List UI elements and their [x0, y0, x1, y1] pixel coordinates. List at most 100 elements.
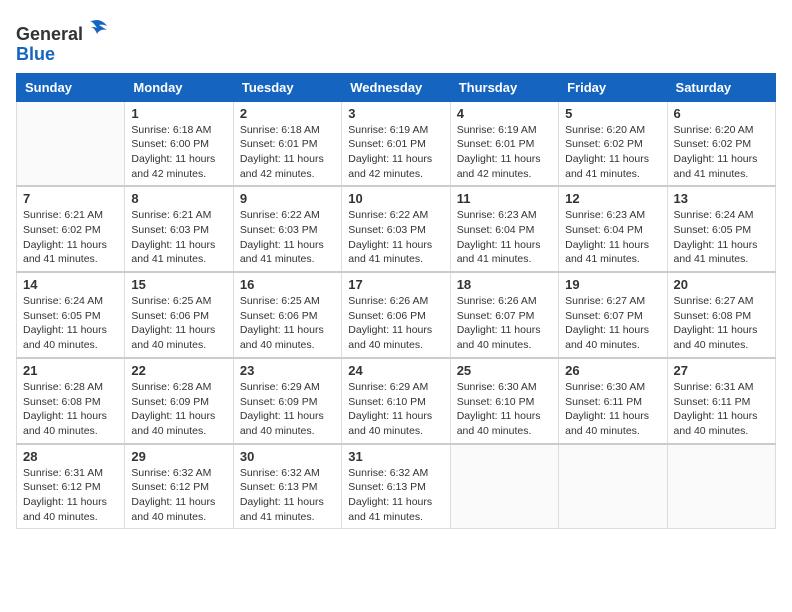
day-info: Sunrise: 6:27 AMSunset: 6:08 PMDaylight:…: [674, 294, 769, 353]
weekday-header-monday: Monday: [125, 73, 233, 101]
calendar-week-row: 7 Sunrise: 6:21 AMSunset: 6:02 PMDaylight…: [17, 186, 776, 272]
logo: General Blue: [16, 16, 109, 65]
day-number: 14: [23, 277, 118, 292]
day-number: 25: [457, 363, 552, 378]
day-info: Sunrise: 6:31 AMSunset: 6:11 PMDaylight:…: [674, 380, 769, 439]
calendar-day-cell: 21Sunrise: 6:28 AMSunset: 6:08 PMDayligh…: [17, 358, 125, 444]
calendar-week-row: 14 Sunrise: 6:24 AMSunset: 6:05 PMDayligh…: [17, 272, 776, 358]
day-info: Sunrise: 6:31 AMSunset: 6:12 PMDaylight:…: [23, 466, 118, 525]
calendar-day-cell: 12 Sunrise: 6:23 AMSunset: 6:04 PMDayligh…: [559, 186, 667, 272]
day-number: 1: [131, 106, 226, 121]
day-number: 31: [348, 449, 443, 464]
day-number: 27: [674, 363, 769, 378]
day-number: 26: [565, 363, 660, 378]
day-info: Sunrise: 6:32 AMSunset: 6:13 PMDaylight:…: [348, 466, 443, 525]
calendar-day-cell: 30 Sunrise: 6:32 AMSunset: 6:13 PMDayligh…: [233, 444, 341, 529]
calendar-day-cell: 2 Sunrise: 6:18 AMSunset: 6:01 PMDaylight…: [233, 101, 341, 186]
day-number: 19: [565, 277, 660, 292]
day-number: 22: [131, 363, 226, 378]
day-info: Sunrise: 6:18 AMSunset: 6:01 PMDaylight:…: [240, 123, 335, 182]
calendar-day-cell: 13 Sunrise: 6:24 AMSunset: 6:05 PMDayligh…: [667, 186, 775, 272]
logo-blue: Blue: [16, 44, 55, 64]
day-number: 4: [457, 106, 552, 121]
calendar-table: SundayMondayTuesdayWednesdayThursdayFrid…: [16, 73, 776, 530]
day-info: Sunrise: 6:21 AMSunset: 6:02 PMDaylight:…: [23, 208, 118, 267]
day-number: 12: [565, 191, 660, 206]
day-number: 29: [131, 449, 226, 464]
calendar-day-cell: 4 Sunrise: 6:19 AMSunset: 6:01 PMDaylight…: [450, 101, 558, 186]
calendar-day-cell: 27 Sunrise: 6:31 AMSunset: 6:11 PMDayligh…: [667, 358, 775, 444]
day-number: 17: [348, 277, 443, 292]
day-info: Sunrise: 6:29 AMSunset: 6:09 PMDaylight:…: [240, 380, 335, 439]
calendar-week-row: 1 Sunrise: 6:18 AMSunset: 6:00 PMDaylight…: [17, 101, 776, 186]
day-info: Sunrise: 6:18 AMSunset: 6:00 PMDaylight:…: [131, 123, 226, 182]
day-number: 18: [457, 277, 552, 292]
calendar-day-cell: 5Sunrise: 6:20 AMSunset: 6:02 PMDaylight…: [559, 101, 667, 186]
day-number: 28: [23, 449, 118, 464]
calendar-day-cell: [667, 444, 775, 529]
page-header: General Blue: [16, 16, 776, 65]
day-info: Sunrise: 6:26 AMSunset: 6:07 PMDaylight:…: [457, 294, 552, 353]
calendar-day-cell: 17Sunrise: 6:26 AMSunset: 6:06 PMDayligh…: [342, 272, 450, 358]
day-number: 10: [348, 191, 443, 206]
calendar-week-row: 21Sunrise: 6:28 AMSunset: 6:08 PMDayligh…: [17, 358, 776, 444]
day-number: 5: [565, 106, 660, 121]
weekday-header-row: SundayMondayTuesdayWednesdayThursdayFrid…: [17, 73, 776, 101]
day-number: 24: [348, 363, 443, 378]
day-info: Sunrise: 6:22 AMSunset: 6:03 PMDaylight:…: [348, 208, 443, 267]
day-number: 8: [131, 191, 226, 206]
day-number: 13: [674, 191, 769, 206]
day-info: Sunrise: 6:30 AMSunset: 6:10 PMDaylight:…: [457, 380, 552, 439]
day-info: Sunrise: 6:19 AMSunset: 6:01 PMDaylight:…: [457, 123, 552, 182]
weekday-header-tuesday: Tuesday: [233, 73, 341, 101]
calendar-day-cell: [17, 101, 125, 186]
day-info: Sunrise: 6:32 AMSunset: 6:13 PMDaylight:…: [240, 466, 335, 525]
logo-general: General: [16, 24, 83, 44]
day-info: Sunrise: 6:20 AMSunset: 6:02 PMDaylight:…: [674, 123, 769, 182]
calendar-day-cell: 23 Sunrise: 6:29 AMSunset: 6:09 PMDayligh…: [233, 358, 341, 444]
weekday-header-wednesday: Wednesday: [342, 73, 450, 101]
calendar-day-cell: 3 Sunrise: 6:19 AMSunset: 6:01 PMDaylight…: [342, 101, 450, 186]
calendar-day-cell: [450, 444, 558, 529]
day-number: 16: [240, 277, 335, 292]
calendar-day-cell: 7 Sunrise: 6:21 AMSunset: 6:02 PMDaylight…: [17, 186, 125, 272]
day-number: 7: [23, 191, 118, 206]
day-number: 11: [457, 191, 552, 206]
weekday-header-saturday: Saturday: [667, 73, 775, 101]
day-info: Sunrise: 6:25 AMSunset: 6:06 PMDaylight:…: [240, 294, 335, 353]
day-number: 15: [131, 277, 226, 292]
day-info: Sunrise: 6:19 AMSunset: 6:01 PMDaylight:…: [348, 123, 443, 182]
calendar-day-cell: 19 Sunrise: 6:27 AMSunset: 6:07 PMDayligh…: [559, 272, 667, 358]
calendar-day-cell: 9Sunrise: 6:22 AMSunset: 6:03 PMDaylight…: [233, 186, 341, 272]
calendar-day-cell: 16 Sunrise: 6:25 AMSunset: 6:06 PMDayligh…: [233, 272, 341, 358]
calendar-day-cell: 25 Sunrise: 6:30 AMSunset: 6:10 PMDayligh…: [450, 358, 558, 444]
calendar-day-cell: 29Sunrise: 6:32 AMSunset: 6:12 PMDayligh…: [125, 444, 233, 529]
day-number: 30: [240, 449, 335, 464]
day-number: 3: [348, 106, 443, 121]
calendar-day-cell: 15Sunrise: 6:25 AMSunset: 6:06 PMDayligh…: [125, 272, 233, 358]
calendar-day-cell: 20 Sunrise: 6:27 AMSunset: 6:08 PMDayligh…: [667, 272, 775, 358]
day-number: 2: [240, 106, 335, 121]
calendar-day-cell: [559, 444, 667, 529]
calendar-day-cell: 11Sunrise: 6:23 AMSunset: 6:04 PMDayligh…: [450, 186, 558, 272]
calendar-week-row: 28 Sunrise: 6:31 AMSunset: 6:12 PMDayligh…: [17, 444, 776, 529]
calendar-day-cell: 31 Sunrise: 6:32 AMSunset: 6:13 PMDayligh…: [342, 444, 450, 529]
calendar-day-cell: 14 Sunrise: 6:24 AMSunset: 6:05 PMDayligh…: [17, 272, 125, 358]
day-info: Sunrise: 6:28 AMSunset: 6:09 PMDaylight:…: [131, 380, 226, 439]
calendar-day-cell: 28 Sunrise: 6:31 AMSunset: 6:12 PMDayligh…: [17, 444, 125, 529]
weekday-header-thursday: Thursday: [450, 73, 558, 101]
day-info: Sunrise: 6:23 AMSunset: 6:04 PMDaylight:…: [565, 208, 660, 267]
calendar-day-cell: 22 Sunrise: 6:28 AMSunset: 6:09 PMDayligh…: [125, 358, 233, 444]
day-info: Sunrise: 6:24 AMSunset: 6:05 PMDaylight:…: [674, 208, 769, 267]
day-number: 20: [674, 277, 769, 292]
day-info: Sunrise: 6:30 AMSunset: 6:11 PMDaylight:…: [565, 380, 660, 439]
day-number: 21: [23, 363, 118, 378]
calendar-day-cell: 18 Sunrise: 6:26 AMSunset: 6:07 PMDayligh…: [450, 272, 558, 358]
day-info: Sunrise: 6:24 AMSunset: 6:05 PMDaylight:…: [23, 294, 118, 353]
day-number: 23: [240, 363, 335, 378]
calendar-day-cell: 24 Sunrise: 6:29 AMSunset: 6:10 PMDayligh…: [342, 358, 450, 444]
day-info: Sunrise: 6:27 AMSunset: 6:07 PMDaylight:…: [565, 294, 660, 353]
day-info: Sunrise: 6:29 AMSunset: 6:10 PMDaylight:…: [348, 380, 443, 439]
day-info: Sunrise: 6:21 AMSunset: 6:03 PMDaylight:…: [131, 208, 226, 267]
calendar-day-cell: 6Sunrise: 6:20 AMSunset: 6:02 PMDaylight…: [667, 101, 775, 186]
